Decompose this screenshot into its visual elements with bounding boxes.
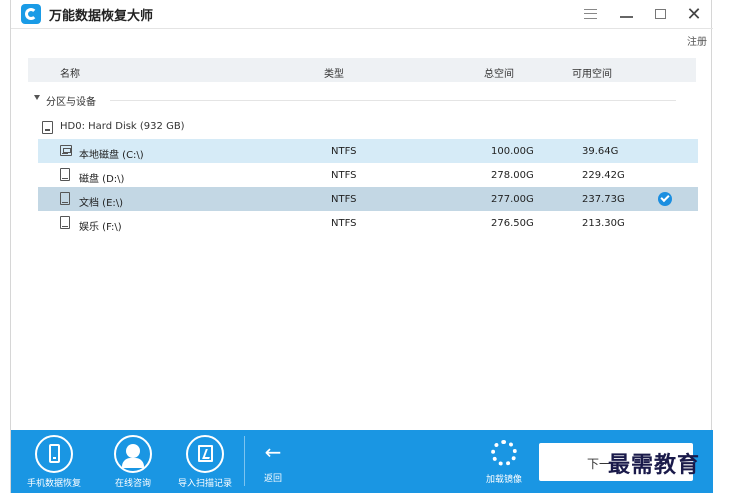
partition-free: 229.42G — [582, 170, 625, 181]
group-partitions-devices[interactable]: 分区与设备 — [28, 92, 696, 108]
partition-row-c[interactable]: 本地磁盘 (C:\) NTFS 100.00G 39.64G — [38, 139, 698, 163]
partition-name: 娱乐 (F:\) — [79, 222, 122, 233]
mount-image-button[interactable]: 加载镜像 — [479, 430, 529, 493]
user-icon — [114, 435, 152, 473]
partition-name: 文档 (E:\) — [79, 198, 124, 209]
partition-name: 本地磁盘 (C:\) — [79, 150, 144, 161]
group-divider — [110, 100, 676, 101]
online-consult-button[interactable]: 在线咨询 — [97, 430, 169, 493]
partition-free: 213.30G — [582, 218, 625, 229]
partition-row-f[interactable]: 娱乐 (F:\) NTFS 276.50G 213.30G — [38, 211, 698, 235]
back-button[interactable]: ← 返回 — [253, 430, 293, 493]
app-logo-icon — [21, 4, 41, 24]
partition-free: 39.64G — [582, 146, 619, 157]
column-header-name[interactable]: 名称 — [60, 65, 80, 80]
mount-image-label: 加载镜像 — [485, 475, 522, 485]
partition-type: NTFS — [331, 170, 357, 181]
menu-icon — [583, 9, 597, 19]
partition-free: 237.73G — [582, 194, 625, 205]
app-title: 万能数据恢复大师 — [49, 9, 154, 24]
arrow-left-icon: ← — [264, 440, 282, 464]
partition-type: NTFS — [331, 146, 357, 157]
drive-icon — [60, 168, 70, 181]
close-icon: ✕ — [686, 3, 702, 25]
drive-icon — [60, 192, 70, 205]
phone-recovery-label: 手机数据恢复 — [26, 479, 81, 489]
caret-down-icon[interactable] — [34, 95, 40, 100]
import-scan-label: 导入扫描记录 — [177, 479, 232, 489]
column-header-total[interactable]: 总空间 — [484, 65, 514, 80]
partition-total: 277.00G — [491, 194, 534, 205]
close-button[interactable]: ✕ — [683, 3, 705, 25]
phone-recovery-button[interactable]: 手机数据恢复 — [18, 430, 90, 493]
back-label: 返回 — [263, 474, 282, 484]
partition-total: 278.00G — [491, 170, 534, 181]
maximize-button[interactable] — [649, 4, 671, 24]
title-bar: 万能数据恢复大师 ✕ — [11, 0, 713, 28]
watermark: 最需教育 — [608, 452, 701, 478]
import-scan-button[interactable]: 导入扫描记录 — [169, 430, 241, 493]
app-window: 万能数据恢复大师 ✕ 注册 名称 类型 总空间 可用空间 分区与设备 HD0: … — [10, 0, 713, 493]
phone-icon — [35, 435, 73, 473]
column-header-type[interactable]: 类型 — [324, 65, 344, 80]
minimize-icon — [619, 16, 633, 18]
partition-total: 276.50G — [491, 218, 534, 229]
table-header: 名称 类型 总空间 可用空间 — [28, 58, 696, 82]
partition-type: NTFS — [331, 194, 357, 205]
partition-row-d[interactable]: 磁盘 (D:\) NTFS 278.00G 229.42G — [38, 163, 698, 187]
title-divider — [11, 28, 713, 29]
drive-icon — [60, 216, 70, 229]
partition-total: 100.00G — [491, 146, 534, 157]
disk-label: HD0: Hard Disk (932 GB) — [60, 121, 185, 132]
menu-button[interactable] — [579, 4, 601, 24]
column-header-free[interactable]: 可用空间 — [572, 65, 612, 80]
import-icon — [186, 435, 224, 473]
minimize-button[interactable] — [615, 4, 637, 24]
partition-list: 本地磁盘 (C:\) NTFS 100.00G 39.64G 磁盘 (D:\) … — [38, 139, 698, 235]
partition-name: 磁盘 (D:\) — [79, 174, 125, 185]
system-drive-icon — [60, 145, 72, 156]
partition-row-e[interactable]: 文档 (E:\) NTFS 277.00G 237.73G — [38, 187, 698, 211]
online-consult-label: 在线咨询 — [114, 479, 151, 489]
loading-ring-icon — [491, 440, 517, 466]
hard-disk-icon — [42, 121, 53, 134]
group-label: 分区与设备 — [46, 97, 96, 108]
register-link[interactable]: 注册 — [687, 33, 707, 48]
maximize-icon — [654, 9, 666, 19]
toolbar-divider — [244, 436, 245, 486]
selected-check-icon — [658, 192, 672, 206]
partition-type: NTFS — [331, 218, 357, 229]
